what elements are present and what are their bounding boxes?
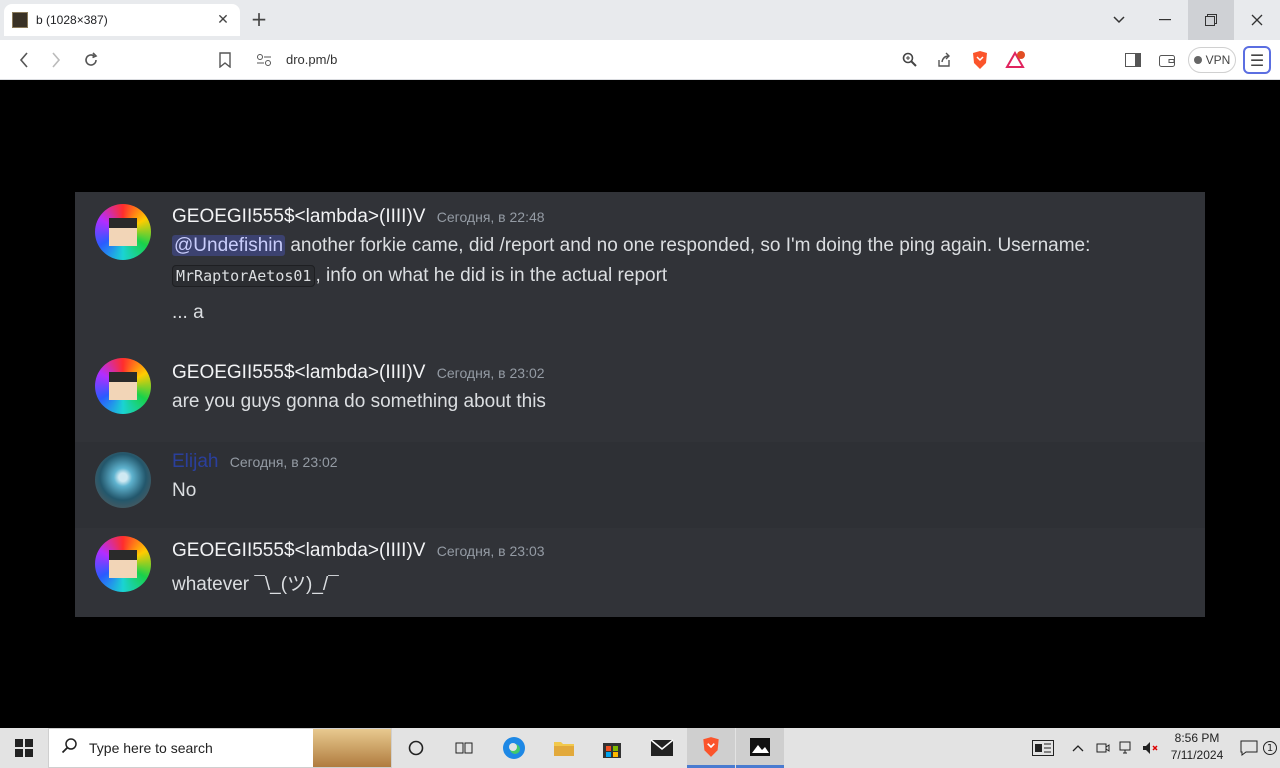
search-placeholder: Type here to search: [89, 740, 213, 756]
message-text: MrRaptorAetos01, info on what he did is …: [172, 265, 667, 287]
tab-title: b (1028×387): [36, 13, 108, 27]
message-timestamp: Сегодня, в 23:02: [436, 365, 545, 381]
menu-hamburger-icon[interactable]: ☰: [1243, 46, 1271, 74]
message-text-part: another forkie came, did /report and no …: [285, 235, 1091, 256]
brave-rewards-icon[interactable]: [1003, 48, 1027, 72]
back-icon[interactable]: [12, 48, 36, 72]
user-avatar[interactable]: [95, 452, 151, 508]
search-icon: [61, 737, 79, 759]
author-name[interactable]: Elijah: [172, 451, 218, 472]
windows-start-icon[interactable]: [0, 728, 48, 768]
close-window-button[interactable]: [1234, 0, 1280, 40]
author-name[interactable]: GEOEGII555$<lambda>(IIII)V: [172, 206, 425, 227]
message-text: ... a: [172, 302, 204, 323]
edge-icon[interactable]: [490, 728, 538, 768]
site-settings-icon[interactable]: [252, 48, 276, 72]
clock-time: 8:56 PM: [1174, 731, 1220, 745]
cortana-icon[interactable]: [392, 728, 440, 768]
message-timestamp: Сегодня, в 23:03: [436, 543, 545, 559]
notification-center-icon[interactable]: [1236, 728, 1262, 768]
taskbar: Type here to search 8:56 PM 7/11/2024 1: [0, 728, 1280, 768]
mail-icon[interactable]: [638, 728, 686, 768]
tab-search-chevron-icon[interactable]: [1096, 0, 1142, 40]
message-author[interactable]: Elijah Сегодня, в 23:02: [172, 451, 338, 473]
message-panel: GEOEGII555$<lambda>(IIII)V Сегодня, в 22…: [75, 192, 1205, 617]
author-name[interactable]: GEOEGII555$<lambda>(IIII)V: [172, 540, 425, 561]
brave-browser-icon[interactable]: [687, 728, 735, 768]
pixel-face-icon: [109, 372, 137, 400]
bookmark-icon[interactable]: [213, 48, 237, 72]
message-author[interactable]: GEOEGII555$<lambda>(IIII)V Сегодня, в 22…: [172, 206, 545, 228]
tab-favicon-icon: [12, 12, 28, 28]
message-item: Elijah Сегодня, в 23:02 No: [75, 442, 1205, 528]
minimize-button[interactable]: [1142, 0, 1188, 40]
taskbar-clock[interactable]: 8:56 PM 7/11/2024: [1162, 730, 1232, 764]
network-icon[interactable]: [1116, 728, 1138, 768]
reload-icon[interactable]: [79, 48, 103, 72]
new-tab-button[interactable]: +: [248, 8, 270, 30]
message-text: whatever ¯\_(ツ)_/¯: [172, 574, 339, 595]
zoom-icon[interactable]: [898, 48, 922, 72]
search-highlight-image: [313, 729, 391, 767]
pixel-face-icon: [109, 550, 137, 578]
wallet-icon[interactable]: [1155, 48, 1179, 72]
share-icon[interactable]: [932, 48, 956, 72]
forward-icon[interactable]: [44, 48, 68, 72]
message-timestamp: Сегодня, в 23:02: [229, 454, 338, 470]
browser-tab[interactable]: b (1028×387) ✕: [4, 4, 240, 36]
tab-bar: b (1028×387) ✕ +: [0, 0, 1280, 40]
brave-shields-icon[interactable]: [968, 48, 992, 72]
message-text-part: , info on what he did is in the actual r…: [315, 265, 668, 286]
message-timestamp: Сегодня, в 22:48: [436, 209, 545, 225]
message-item: GEOEGII555$<lambda>(IIII)V Сегодня, в 23…: [75, 350, 1205, 440]
restore-button[interactable]: [1188, 0, 1234, 40]
news-widget-icon[interactable]: [1028, 728, 1058, 768]
address-bar-url[interactable]: dro.pm/b: [286, 52, 337, 67]
user-avatar[interactable]: [95, 358, 151, 414]
taskbar-search-box[interactable]: Type here to search: [48, 728, 392, 768]
message-author[interactable]: GEOEGII555$<lambda>(IIII)V Сегодня, в 23…: [172, 540, 545, 562]
user-avatar[interactable]: [95, 204, 151, 260]
meet-now-icon[interactable]: [1092, 728, 1114, 768]
task-view-icon[interactable]: [440, 728, 488, 768]
message-text: are you guys gonna do something about th…: [172, 391, 546, 412]
sidebar-toggle-icon[interactable]: [1121, 48, 1145, 72]
photos-app-icon[interactable]: [736, 728, 784, 768]
tab-close-icon[interactable]: ✕: [214, 11, 232, 29]
author-name[interactable]: GEOEGII555$<lambda>(IIII)V: [172, 362, 425, 383]
pixel-face-icon: [109, 218, 137, 246]
vpn-label: VPN: [1205, 53, 1231, 67]
notification-badge: 1: [1262, 728, 1278, 768]
chevron-up-icon[interactable]: [1068, 728, 1088, 768]
file-explorer-icon[interactable]: [540, 728, 588, 768]
user-avatar[interactable]: [95, 536, 151, 592]
vpn-status-icon: [1193, 56, 1202, 64]
clock-date: 7/11/2024: [1170, 748, 1224, 762]
message-item: GEOEGII555$<lambda>(IIII)V Сегодня, в 22…: [75, 192, 1205, 342]
browser-toolbar: dro.pm/b: [0, 40, 1280, 80]
vpn-button[interactable]: VPN: [1188, 47, 1236, 73]
microsoft-store-icon[interactable]: [588, 728, 636, 768]
user-mention[interactable]: @Undefishin: [172, 235, 286, 256]
message-text: @Undefishin another forkie came, did /re…: [172, 235, 1090, 257]
inline-code: MrRaptorAetos01: [172, 265, 316, 287]
message-author[interactable]: GEOEGII555$<lambda>(IIII)V Сегодня, в 23…: [172, 362, 545, 384]
volume-muted-icon[interactable]: [1140, 728, 1162, 768]
message-item: GEOEGII555$<lambda>(IIII)V Сегодня, в 23…: [75, 528, 1205, 617]
message-text: No: [172, 480, 197, 501]
